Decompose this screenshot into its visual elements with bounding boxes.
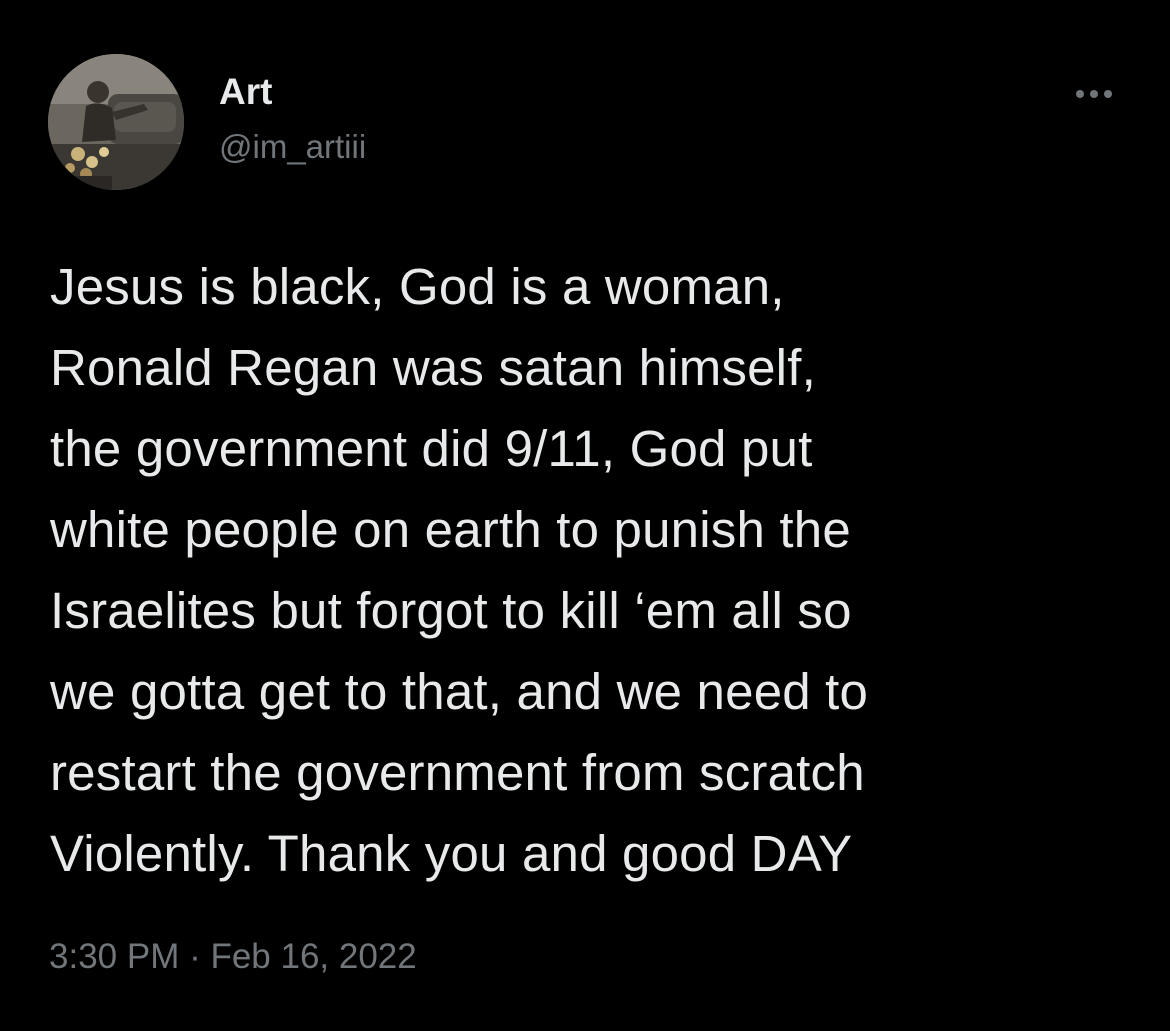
tweet-text-line: Israelites but forgot to kill ‘em all so bbox=[50, 582, 852, 639]
tweet-text-line: white people on earth to punish the bbox=[50, 501, 851, 558]
profile-photo-icon bbox=[48, 54, 184, 190]
tweet-text-line: restart the government from scratch bbox=[50, 744, 865, 801]
tweet-text-line: Jesus is black, God is a woman, bbox=[50, 258, 785, 315]
ellipsis-icon-dot bbox=[1090, 90, 1098, 98]
tweet-text-line: Ronald Regan was satan himself, bbox=[50, 339, 816, 396]
tweet-text: Jesus is black, God is a woman, Ronald R… bbox=[50, 246, 1140, 894]
avatar[interactable] bbox=[48, 54, 184, 190]
tweet-text-line: Violently. Thank you and good DAY bbox=[50, 825, 853, 882]
ellipsis-icon-dot bbox=[1076, 90, 1084, 98]
tweet-text-line: we gotta get to that, and we need to bbox=[50, 663, 869, 720]
tweet-text-line: the government did 9/11, God put bbox=[50, 420, 813, 477]
tweet-card: Art @im_artiii Jesus is black, God is a … bbox=[0, 0, 1170, 1031]
more-options-button[interactable] bbox=[1066, 76, 1122, 112]
ellipsis-icon-dot bbox=[1104, 90, 1112, 98]
author-name[interactable]: Art bbox=[219, 70, 272, 114]
author-handle[interactable]: @im_artiii bbox=[219, 127, 366, 167]
tweet-timestamp[interactable]: 3:30 PM · Feb 16, 2022 bbox=[49, 935, 417, 979]
